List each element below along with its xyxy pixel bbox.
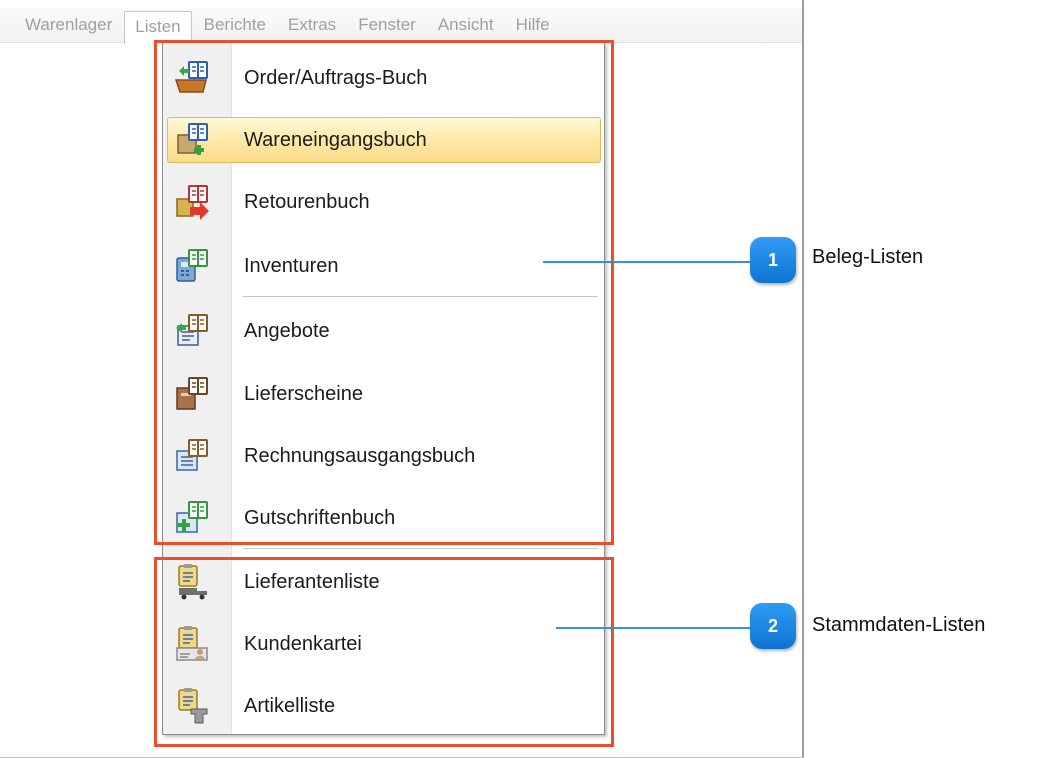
callout-2-badge: 2 [750,603,796,649]
menu-separator [243,548,598,550]
menu-berichte[interactable]: Berichte [194,10,276,40]
callout-1-badge: 1 [750,237,796,283]
menu-bar: Warenlager Listen Berichte Extras Fenste… [0,8,802,44]
menu-extras[interactable]: Extras [278,10,346,40]
callout-2-leader-line [556,627,756,629]
menu-warenlager[interactable]: Warenlager [0,10,122,40]
menu-ansicht[interactable]: Ansicht [428,10,504,40]
menu-hilfe[interactable]: Hilfe [506,10,560,40]
callout-1-text: Beleg-Listen [812,246,924,268]
menu-listen[interactable]: Listen [124,10,192,44]
stammdaten-listen-frame [154,557,614,747]
beleg-listen-frame [154,40,614,545]
menu-fenster[interactable]: Fenster [348,10,426,40]
callout-1-leader-line [543,261,755,263]
callout-2-text: Stammdaten-Listen [812,614,986,636]
